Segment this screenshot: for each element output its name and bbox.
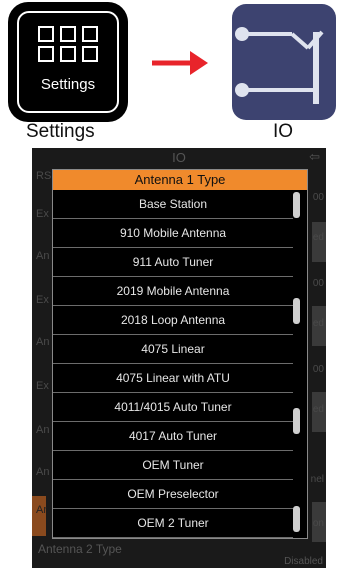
bg-row-value: nel (310, 474, 324, 485)
io-app-icon[interactable] (232, 4, 336, 120)
back-arrow-icon[interactable]: ⇦ (309, 149, 320, 165)
io-routing-icon (235, 27, 324, 104)
antenna-2-type-value: Disabled (284, 556, 323, 567)
bg-row-value: 00 (312, 278, 324, 289)
dropdown-option[interactable]: OEM Preselector (53, 480, 293, 509)
antenna-type-dropdown: Antenna 1 Type Base Station 910 Mobile A… (52, 169, 308, 539)
dropdown-option[interactable]: 4075 Linear (53, 335, 293, 364)
bg-row-value: ed (312, 232, 324, 243)
bg-row-label: RS (36, 170, 52, 182)
grid-icon (38, 26, 98, 66)
antenna-2-type-label: Antenna 2 Type (38, 542, 122, 556)
settings-app-icon[interactable]: Settings (10, 4, 126, 120)
bg-row-label: Ex (36, 208, 49, 220)
bg-row-label: An (36, 336, 50, 348)
scrollbar-thumb[interactable] (293, 192, 300, 218)
settings-icon-caption: Settings (40, 76, 96, 93)
dropdown-option[interactable]: 911 Auto Tuner (53, 248, 293, 277)
screen-title: IO (172, 150, 186, 165)
bg-row-label: Ar (36, 504, 47, 516)
scrollbar-thumb[interactable] (293, 408, 300, 434)
dropdown-option[interactable]: 2019 Mobile Antenna (53, 277, 293, 306)
bg-row-label: Ex (36, 294, 49, 306)
scrollbar-thumb[interactable] (293, 298, 300, 324)
dropdown-option[interactable]: 4075 Linear with ATU (53, 364, 293, 393)
bg-row-value: on (312, 518, 324, 529)
selected-row-marker (32, 496, 46, 536)
dropdown-options: Base Station 910 Mobile Antenna 911 Auto… (53, 190, 293, 538)
bg-row-value: ed (312, 404, 324, 415)
bg-row-value: 00 (312, 364, 324, 375)
bg-row-label: An (36, 466, 50, 478)
bg-row-label: An (36, 250, 50, 262)
dropdown-option[interactable]: 910 Mobile Antenna (53, 219, 293, 248)
dropdown-option[interactable]: 4017 Auto Tuner (53, 422, 293, 451)
dropdown-option[interactable]: 4011/4015 Auto Tuner (53, 393, 293, 422)
bg-row-label: An (36, 424, 50, 436)
bg-row-label: Ex (36, 380, 49, 392)
io-label: IO (273, 121, 294, 142)
dropdown-option[interactable]: Base Station (53, 190, 293, 219)
bg-row-value: ed (312, 318, 324, 329)
dropdown-option[interactable]: OEM 2 Tuner (53, 509, 293, 538)
dropdown-option[interactable]: 2018 Loop Antenna (53, 306, 293, 335)
dropdown-header: Antenna 1 Type (53, 170, 307, 190)
bg-row-value: 00 (312, 192, 324, 203)
settings-label: Settings (26, 121, 95, 142)
dropdown-option[interactable]: OEM Tuner (53, 451, 293, 480)
scrollbar-thumb[interactable] (293, 506, 300, 532)
arrow-right-icon (152, 51, 208, 75)
